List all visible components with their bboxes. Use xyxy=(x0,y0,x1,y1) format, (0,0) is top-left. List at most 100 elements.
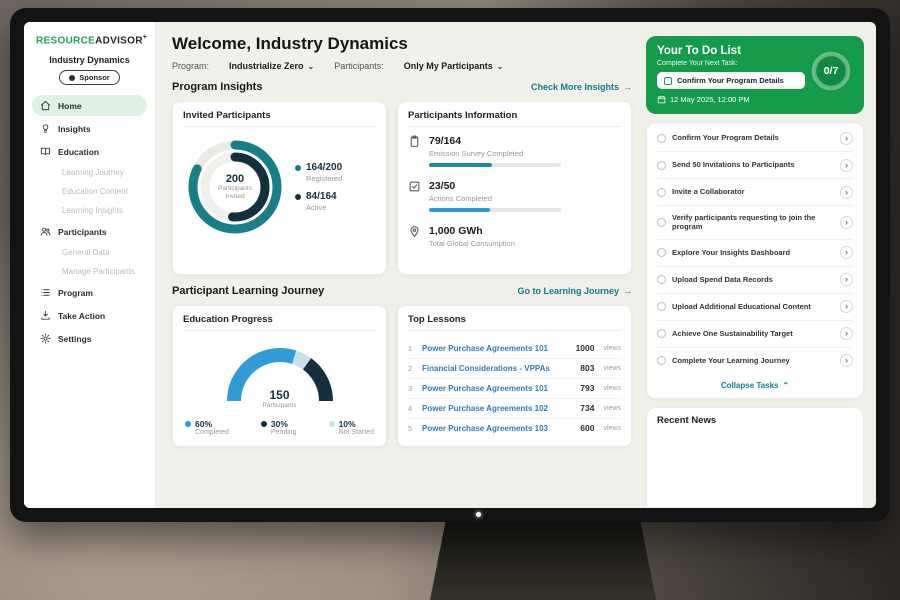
next-task-row[interactable]: Confirm Your Program Details xyxy=(657,72,805,89)
lesson-rank: 1 xyxy=(408,344,416,353)
lesson-views-suffix: views xyxy=(603,405,621,412)
todo-progress-count: 0/7 xyxy=(808,48,854,94)
card-title: Education Progress xyxy=(183,314,376,331)
program-filter-label: Program: xyxy=(172,61,209,71)
next-task-label: Confirm Your Program Details xyxy=(677,76,784,85)
task-chevron-icon[interactable]: › xyxy=(840,354,853,367)
task-chevron-icon[interactable]: › xyxy=(840,186,853,199)
location-pin-icon xyxy=(408,225,421,238)
task-checkbox-icon[interactable] xyxy=(657,356,666,365)
lesson-row: 5 Power Purchase Agreements 103 600 view… xyxy=(408,419,621,438)
info-label: Actions Completed xyxy=(429,194,561,203)
sidebar-item-education[interactable]: Education xyxy=(32,141,147,162)
task-row[interactable]: Explore Your Insights Dashboard › xyxy=(657,240,853,267)
card-title: Invited Participants xyxy=(183,110,376,127)
task-row[interactable]: Upload Additional Educational Content › xyxy=(657,294,853,321)
book-icon xyxy=(40,146,51,157)
task-label: Invite a Collaborator xyxy=(672,187,834,197)
task-chevron-icon[interactable]: › xyxy=(840,327,853,340)
page-title: Welcome, Industry Dynamics xyxy=(172,34,632,54)
sidebar-item-general-data[interactable]: General Data xyxy=(32,244,147,261)
arrow-right-icon: → xyxy=(623,82,632,92)
task-chevron-icon[interactable]: › xyxy=(840,273,853,286)
task-checkbox-icon[interactable] xyxy=(657,248,666,257)
task-chevron-icon[interactable]: › xyxy=(840,216,853,229)
lightbulb-icon xyxy=(40,123,51,134)
clipboard-icon xyxy=(408,135,421,148)
lesson-row: 1 Power Purchase Agreements 101 1000 vie… xyxy=(408,339,621,359)
todo-progress-ring: 0/7 xyxy=(808,48,854,94)
lesson-link[interactable]: Power Purchase Agreements 102 xyxy=(422,404,574,413)
sidebar-item-education-content[interactable]: Education Content xyxy=(32,183,147,200)
sidebar-item-participants[interactable]: Participants xyxy=(32,221,147,242)
info-row: 23/50 Actions Completed xyxy=(408,180,621,212)
sponsor-badge[interactable]: Sponsor xyxy=(59,70,119,85)
program-filter-dropdown[interactable]: Industrialize Zero ⌄ xyxy=(229,61,314,71)
task-checkbox-icon[interactable] xyxy=(657,329,666,338)
check-more-insights-link[interactable]: Check More Insights → xyxy=(531,82,632,92)
sidebar-item-label: Take Action xyxy=(58,311,105,321)
collapse-tasks-link[interactable]: Collapse Tasks ⌃ xyxy=(657,374,853,394)
task-row[interactable]: Complete Your Learning Journey › xyxy=(657,348,853,374)
sidebar-item-program[interactable]: Program xyxy=(32,282,147,303)
lesson-link[interactable]: Power Purchase Agreements 101 xyxy=(422,384,574,393)
lesson-rank: 2 xyxy=(408,364,416,373)
monitor-stand xyxy=(430,520,656,600)
chevron-up-icon: ⌃ xyxy=(782,381,789,390)
task-row[interactable]: Send 50 Invitations to Participants › xyxy=(657,152,853,179)
task-label: Explore Your Insights Dashboard xyxy=(672,248,834,258)
checkbox-icon[interactable] xyxy=(664,77,672,85)
invited-participants-card: Invited Participants 200 xyxy=(172,101,387,275)
sidebar-item-settings[interactable]: Settings xyxy=(32,328,147,349)
logo-plus: + xyxy=(143,34,147,41)
task-chevron-icon[interactable]: › xyxy=(840,159,853,172)
chevron-down-icon: ⌄ xyxy=(308,62,315,71)
task-label: Achieve One Sustainability Target xyxy=(672,329,834,339)
sidebar-item-manage-participants[interactable]: Manage Participants xyxy=(32,263,147,280)
legend-label: Registered xyxy=(306,174,342,183)
lesson-views: 803 xyxy=(580,363,594,373)
task-checkbox-icon[interactable] xyxy=(657,134,666,143)
sidebar-item-learning-insights[interactable]: Learning Insights xyxy=(32,202,147,219)
collapse-label: Collapse Tasks xyxy=(721,381,779,390)
learning-journey-cards: Education Progress 150 Participants 60% xyxy=(172,305,632,447)
task-row[interactable]: Upload Spend Data Records › xyxy=(657,267,853,294)
task-row[interactable]: Invite a Collaborator › xyxy=(657,179,853,206)
task-chevron-icon[interactable]: › xyxy=(840,300,853,313)
task-chevron-icon[interactable]: › xyxy=(840,246,853,259)
dashboard-screen: RESOURCEADVISOR+ Industry Dynamics Spons… xyxy=(24,22,876,508)
task-row[interactable]: Achieve One Sustainability Target › xyxy=(657,321,853,348)
sidebar-item-home[interactable]: Home xyxy=(32,95,147,116)
lesson-link[interactable]: Power Purchase Agreements 103 xyxy=(422,424,574,433)
task-row[interactable]: Confirm Your Program Details › xyxy=(657,125,853,152)
task-label: Send 50 Invitations to Participants xyxy=(672,160,834,170)
progress-bar xyxy=(429,208,561,212)
progress-bar-fill xyxy=(429,163,492,167)
sponsor-icon xyxy=(69,75,75,81)
legend-item: 30% Pending xyxy=(261,419,297,436)
sidebar-item-label: Participants xyxy=(58,227,107,237)
participants-filter-dropdown[interactable]: Only My Participants ⌄ xyxy=(404,61,504,71)
go-to-learning-journey-link[interactable]: Go to Learning Journey → xyxy=(517,286,632,296)
top-lessons-card: Top Lessons 1 Power Purchase Agreements … xyxy=(397,305,632,447)
lesson-rank: 5 xyxy=(408,424,416,433)
task-checkbox-icon[interactable] xyxy=(657,188,666,197)
task-row[interactable]: Verify participants requesting to join t… xyxy=(657,206,853,240)
lesson-rank: 3 xyxy=(408,384,416,393)
task-chevron-icon[interactable]: › xyxy=(840,132,853,145)
lesson-views-suffix: views xyxy=(603,345,621,352)
sidebar-item-insights[interactable]: Insights xyxy=(32,118,147,139)
info-value: 23/50 xyxy=(429,180,561,192)
task-checkbox-icon[interactable] xyxy=(657,218,666,227)
org-name: Industry Dynamics xyxy=(24,55,155,65)
sidebar-item-take-action[interactable]: Take Action xyxy=(32,305,147,326)
task-checkbox-icon[interactable] xyxy=(657,161,666,170)
sidebar-item-label: Program xyxy=(58,288,93,298)
sidebar-item-learning-journey[interactable]: Learning Journey xyxy=(32,164,147,181)
lesson-link[interactable]: Power Purchase Agreements 101 xyxy=(422,344,570,353)
task-checkbox-icon[interactable] xyxy=(657,275,666,284)
info-row: 79/164 Emission Survey Completed xyxy=(408,135,621,167)
lesson-link[interactable]: Financial Considerations - VPPAs xyxy=(422,364,574,373)
task-checkbox-icon[interactable] xyxy=(657,302,666,311)
info-label: Total Global Consumption xyxy=(429,239,515,248)
